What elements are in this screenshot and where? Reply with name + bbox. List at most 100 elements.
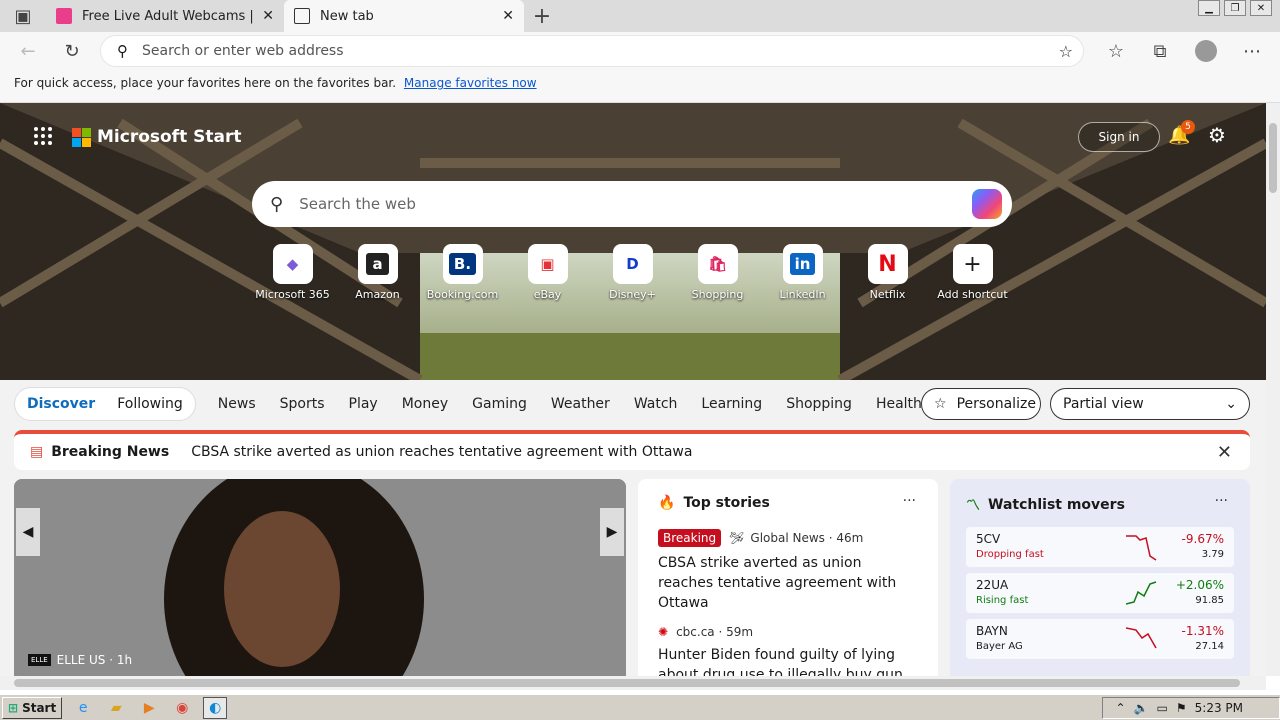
personalize-button[interactable]: ☆ Personalize: [921, 388, 1041, 420]
flag-icon[interactable]: ⚑: [1176, 701, 1187, 715]
price: 27.14: [1195, 641, 1224, 652]
tab-actions-icon[interactable]: ▣: [0, 0, 46, 32]
media-player-icon[interactable]: ▶: [137, 697, 161, 719]
chevron-down-icon: ⌄: [1225, 396, 1237, 412]
tab-discover[interactable]: Discover: [27, 396, 95, 412]
start-button[interactable]: ⊞ Start: [2, 696, 63, 719]
ticker: 22UA: [976, 578, 1009, 592]
story-headline[interactable]: CBSA strike averted as union reaches ten…: [658, 553, 918, 613]
new-tab-button[interactable]: +: [524, 0, 560, 32]
nav-shopping[interactable]: Shopping: [786, 396, 852, 412]
minimize-icon[interactable]: ▁: [1198, 0, 1220, 16]
cbc-icon: ✺: [658, 625, 669, 639]
web-search-box[interactable]: ⚲ Search the web: [252, 181, 1012, 227]
shortcut-label: LinkedIn: [779, 288, 826, 301]
refresh-icon[interactable]: ↻: [54, 35, 90, 67]
vertical-scrollbar[interactable]: [1266, 103, 1280, 676]
add-favorite-icon[interactable]: ☆: [1059, 42, 1073, 61]
personalize-label: Personalize: [956, 396, 1036, 412]
manage-favorites-link[interactable]: Manage favorites now: [404, 76, 537, 90]
tab-new-tab[interactable]: New tab ✕: [284, 0, 524, 32]
story-source: Global News · 46m: [750, 531, 864, 545]
story-photo: [14, 479, 626, 676]
shortcut-add[interactable]: + Add shortcut: [930, 244, 1015, 301]
carousel-next-button[interactable]: ▶: [600, 508, 624, 556]
ticker: 5CV: [976, 532, 1001, 546]
edge-icon[interactable]: ◐: [203, 696, 228, 719]
ticker-sub: Bayer AG: [976, 641, 1023, 652]
breaking-label: Breaking News: [51, 444, 170, 460]
view-dropdown[interactable]: Partial view ⌄: [1050, 388, 1250, 420]
news-feed: Discover Following News Sports Play Mone…: [0, 380, 1266, 683]
shortcut-amazon[interactable]: a Amazon: [335, 244, 420, 301]
volume-icon[interactable]: 🔈: [1134, 701, 1149, 715]
close-tab-icon[interactable]: ✕: [502, 8, 514, 24]
settings-gear-icon[interactable]: ⚙: [1208, 123, 1226, 147]
more-options-icon[interactable]: ···: [1215, 493, 1228, 509]
elle-logo: ELLE: [28, 654, 51, 666]
address-bar[interactable]: ⚲ Search or enter web address ☆: [100, 35, 1084, 67]
sparkline: [1126, 535, 1157, 561]
nav-play[interactable]: Play: [349, 396, 378, 412]
more-menu-icon[interactable]: ⋯: [1234, 35, 1270, 67]
shortcut-linkedin[interactable]: in LinkedIn: [760, 244, 845, 301]
close-icon[interactable]: ✕: [1217, 442, 1232, 463]
network-icon[interactable]: ▭: [1157, 701, 1168, 715]
watchlist-row[interactable]: 22UA Rising fast +2.06% 91.85: [966, 573, 1234, 613]
carousel-prev-button[interactable]: ◀: [16, 508, 40, 556]
sparkline: [1126, 581, 1157, 605]
shortcut-ebay[interactable]: ▣ eBay: [505, 244, 590, 301]
hero-story-card[interactable]: ELLE ELLE US · 1h: [14, 479, 626, 676]
breaking-news-banner[interactable]: ▤ Breaking News CBSA strike averted as u…: [14, 430, 1250, 470]
shortcut-booking[interactable]: B. Booking.com: [420, 244, 505, 301]
clock[interactable]: 5:23 PM: [1195, 701, 1243, 715]
horizontal-scrollbar[interactable]: [0, 676, 1266, 690]
close-tab-icon[interactable]: ✕: [262, 8, 274, 24]
nav-watch[interactable]: Watch: [634, 396, 678, 412]
category-nav: News Sports Play Money Gaming Weather Wa…: [206, 396, 982, 412]
flame-icon: 🔥: [658, 495, 676, 511]
favorites-icon[interactable]: ☆: [1098, 35, 1134, 67]
card-title: Watchlist movers: [988, 497, 1125, 513]
microsoft-start-logo[interactable]: Microsoft Start: [72, 127, 241, 147]
shortcut-label: Booking.com: [426, 288, 499, 301]
profile-avatar[interactable]: [1188, 35, 1224, 67]
scroll-thumb[interactable]: [14, 679, 1240, 687]
microsoft-logo-icon: [72, 127, 91, 147]
restore-icon[interactable]: ❐: [1224, 0, 1246, 16]
watchlist-row[interactable]: BAYN Bayer AG -1.31% 27.14: [966, 619, 1234, 659]
scroll-thumb[interactable]: [1269, 123, 1277, 193]
system-tray: ⌃ 🔈 ▭ ⚑ 5:23 PM: [1102, 697, 1280, 719]
nav-health[interactable]: Health: [876, 396, 922, 412]
nav-gaming[interactable]: Gaming: [472, 396, 527, 412]
shortcut-microsoft-365[interactable]: ◆ Microsoft 365: [250, 244, 335, 301]
nav-money[interactable]: Money: [402, 396, 448, 412]
notification-badge: 5: [1181, 120, 1195, 134]
back-icon[interactable]: ←: [10, 35, 46, 67]
shortcut-shopping[interactable]: 🛍 Shopping: [675, 244, 760, 301]
card-header: 🔥 Top stories: [658, 495, 918, 511]
nav-news[interactable]: News: [218, 396, 256, 412]
tab-webcams[interactable]: Free Live Adult Webcams | KumC ✕: [46, 0, 284, 32]
sign-in-button[interactable]: Sign in: [1078, 122, 1160, 152]
nav-sports[interactable]: Sports: [280, 396, 325, 412]
folder-icon[interactable]: ▰: [104, 697, 128, 719]
site-favicon-icon: [56, 8, 72, 24]
start-label: Start: [22, 700, 57, 715]
collections-icon[interactable]: ⧉: [1142, 35, 1178, 67]
shortcut-netflix[interactable]: N Netflix: [845, 244, 930, 301]
nav-weather[interactable]: Weather: [551, 396, 610, 412]
tray-expand-icon[interactable]: ⌃: [1116, 701, 1126, 715]
shortcut-disney[interactable]: D Disney+: [590, 244, 675, 301]
more-options-icon[interactable]: ···: [903, 493, 916, 509]
ie-icon[interactable]: e: [71, 697, 95, 719]
app-launcher-icon[interactable]: [34, 127, 52, 145]
nav-learning[interactable]: Learning: [701, 396, 762, 412]
chrome-icon[interactable]: ◉: [170, 697, 194, 719]
copilot-icon[interactable]: [972, 189, 1002, 219]
close-window-icon[interactable]: ✕: [1250, 0, 1272, 16]
watchlist-row[interactable]: 5CV Dropping fast -9.67% 3.79: [966, 527, 1234, 567]
favorites-bar: For quick access, place your favorites h…: [0, 70, 1280, 103]
tab-following[interactable]: Following: [117, 396, 183, 412]
ticker-sub: Rising fast: [976, 595, 1029, 606]
